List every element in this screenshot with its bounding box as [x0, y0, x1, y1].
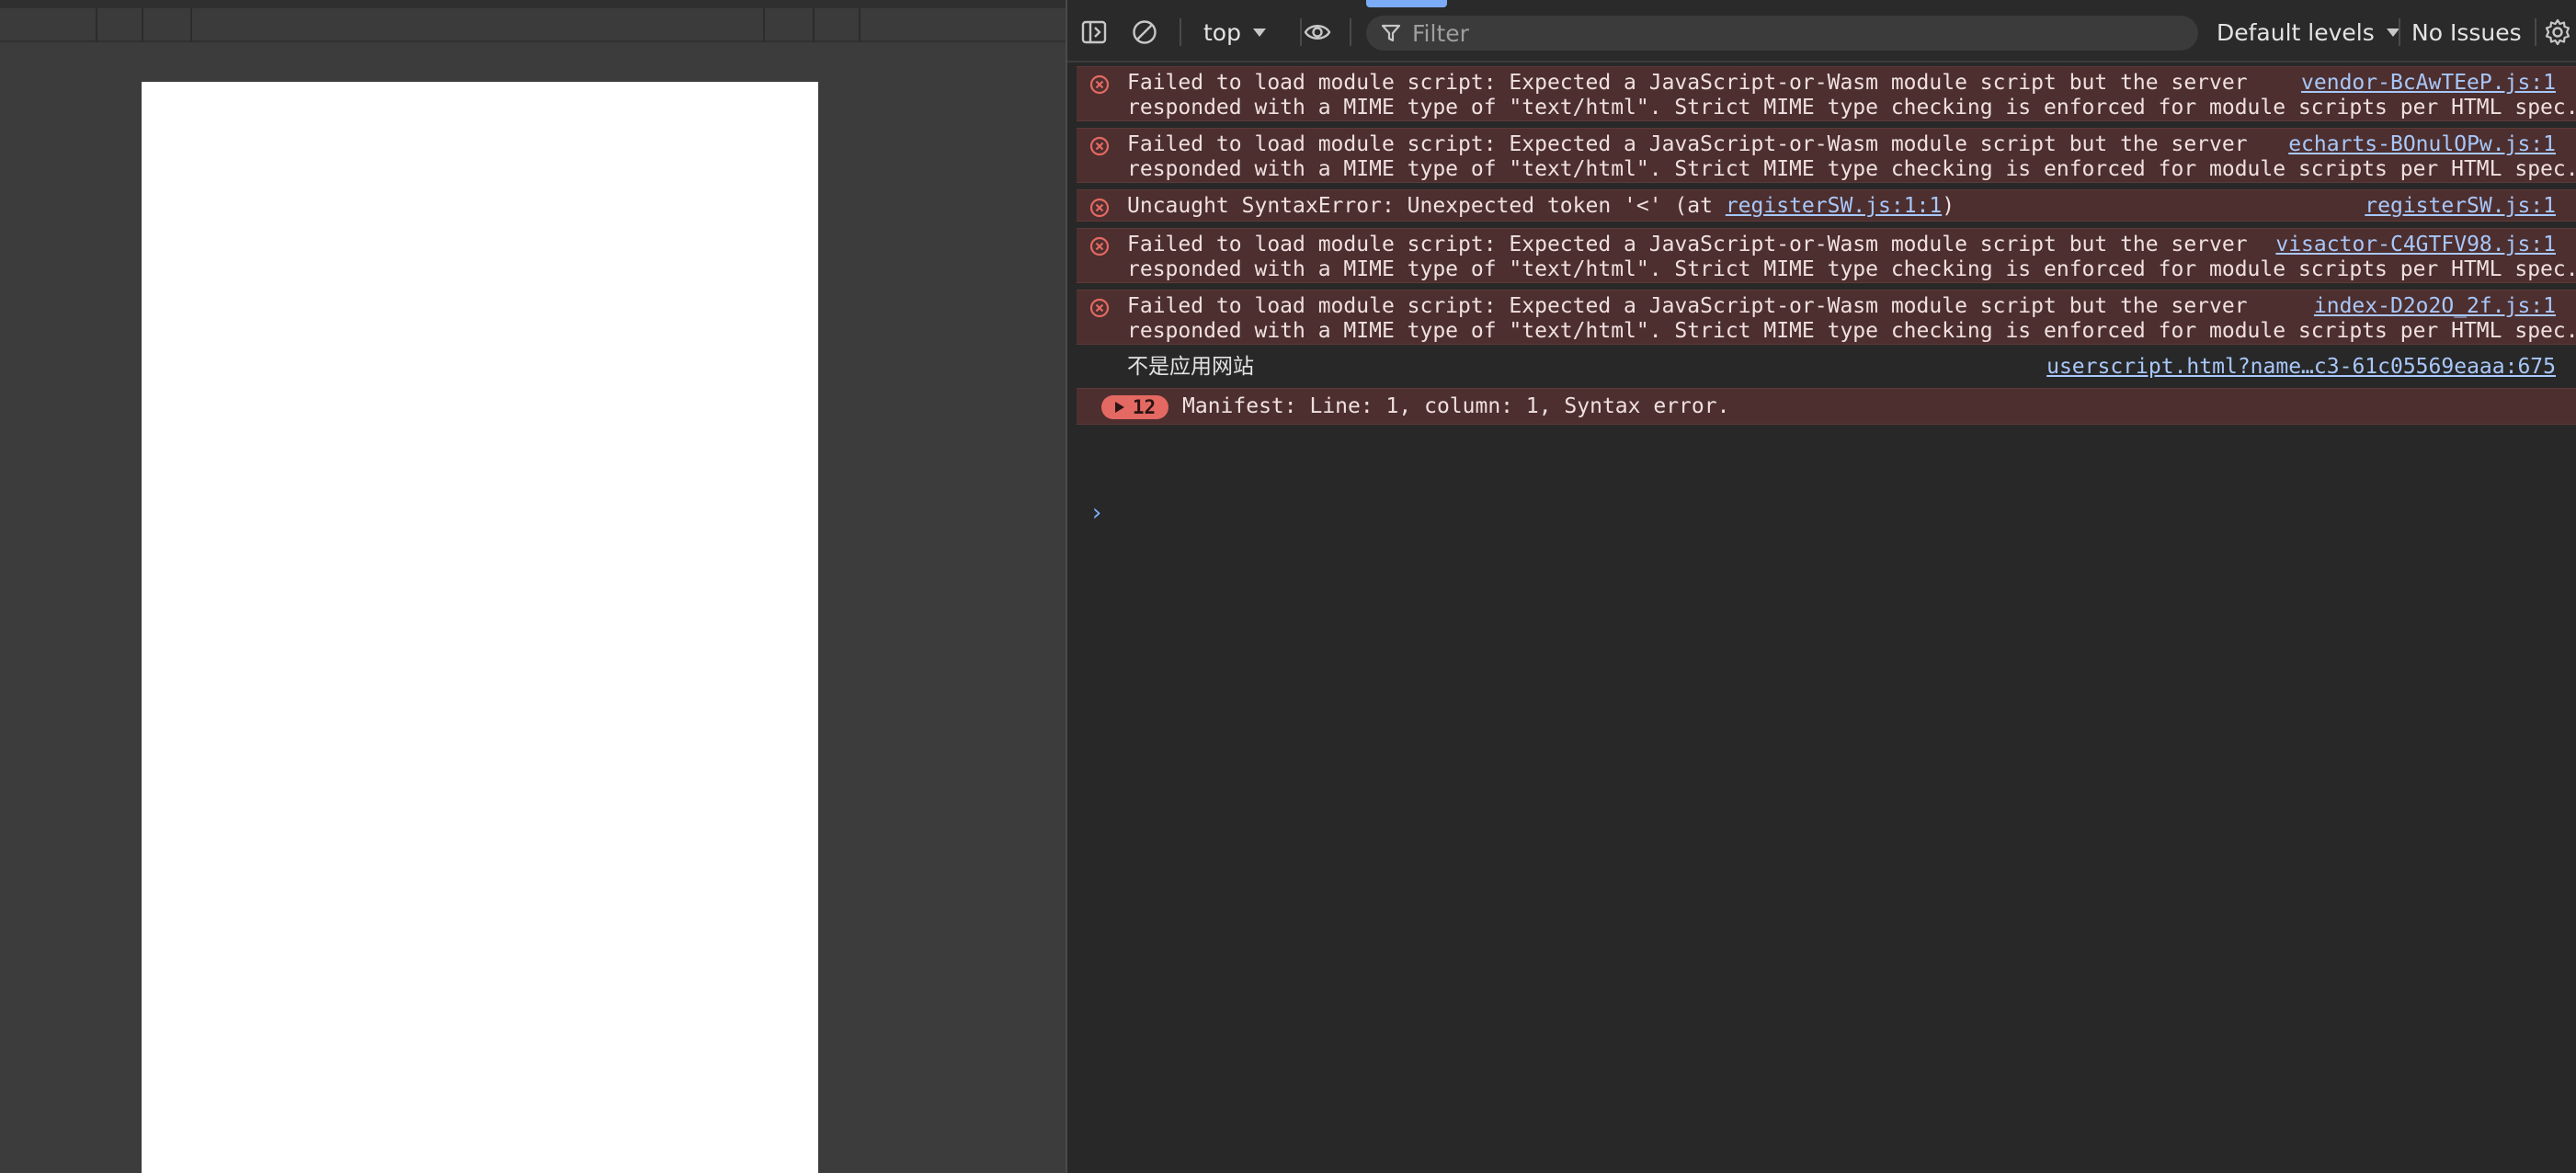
blank-page: [142, 82, 818, 1173]
dropdown-arrow-icon: [1252, 28, 1266, 37]
source-link[interactable]: registerSW.js:1: [2365, 194, 2556, 219]
toolbar-separator: [1180, 18, 1181, 46]
error-icon: [1089, 74, 1110, 95]
sidebar-toggle-icon[interactable]: [1080, 18, 1108, 46]
console-error-message: Failed to load module script: Expected a…: [1077, 228, 2576, 283]
ruler-tick: [813, 8, 815, 42]
filter-icon: [1381, 24, 1401, 42]
issues-label: No Issues: [2411, 18, 2522, 46]
source-link[interactable]: visactor-C4GTFV98.js:1: [2275, 233, 2556, 257]
console-grouped-error[interactable]: 12 Manifest: Line: 1, column: 1, Syntax …: [1077, 388, 2576, 425]
source-link[interactable]: userscript.html?name…c3-61c05569eaaa:675: [2046, 355, 2556, 380]
active-tab-indicator: [1366, 0, 1447, 7]
context-label: top: [1203, 18, 1241, 46]
ruler-tick: [859, 8, 861, 42]
error-icon: [1089, 198, 1110, 218]
toolbar-separator: [2399, 18, 2400, 46]
ruler-tick: [96, 8, 97, 42]
source-link[interactable]: echarts-BOnulOPw.js:1: [2288, 132, 2556, 157]
levels-label: Default levels: [2217, 18, 2375, 46]
error-icon: [1089, 136, 1110, 156]
log-levels-dropdown[interactable]: Default levels: [2217, 17, 2400, 48]
issues-button[interactable]: No Issues: [2411, 17, 2522, 48]
inline-source-link[interactable]: registerSW.js:1:1: [1726, 194, 1942, 218]
settings-gear-icon[interactable]: [2544, 18, 2571, 46]
message-text: 不是应用网站: [1127, 355, 1254, 379]
clear-console-icon[interactable]: [1131, 18, 1158, 46]
ruler-tick: [763, 8, 765, 42]
filter-input[interactable]: Filter: [1366, 16, 2198, 51]
toolbar-separator: [1350, 18, 1351, 46]
console-error-message: Failed to load module script: Expected a…: [1077, 128, 2576, 183]
message-text: Manifest: Line: 1, column: 1, Syntax err…: [1182, 394, 1730, 418]
console-log-message: 不是应用网站 userscript.html?name…c3-61c05569e…: [1077, 351, 2576, 382]
ruler-tick: [190, 8, 192, 42]
filter-placeholder: Filter: [1412, 19, 1469, 47]
console-prompt[interactable]: ›: [1089, 499, 1104, 527]
console-error-message: Uncaught SyntaxError: Unexpected token '…: [1077, 189, 2576, 222]
repeat-count-badge[interactable]: 12: [1101, 395, 1168, 419]
toolbar-separator: [2535, 18, 2536, 46]
expand-arrow-icon: [1114, 402, 1124, 413]
console-error-message: Failed to load module script: Expected a…: [1077, 66, 2576, 121]
context-selector[interactable]: top: [1203, 17, 1267, 48]
console-error-message: Failed to load module script: Expected a…: [1077, 290, 2576, 345]
console-toolbar: top Filter Default levels No Issues: [1067, 0, 2576, 63]
error-icon: [1089, 298, 1110, 318]
ruler-bar: [0, 0, 1066, 42]
source-link[interactable]: vendor-BcAwTEeP.js:1: [2301, 71, 2556, 96]
page-preview: [0, 0, 1066, 1173]
source-link[interactable]: index-D2o2O_2f.js:1: [2314, 294, 2556, 319]
ruler-tick: [142, 8, 143, 42]
devtools-console-panel: top Filter Default levels No Issues Fail…: [1067, 0, 2576, 1173]
message-text: Uncaught SyntaxError: Unexpected token '…: [1127, 194, 1955, 218]
error-icon: [1089, 236, 1110, 256]
eye-icon[interactable]: [1298, 18, 1335, 46]
